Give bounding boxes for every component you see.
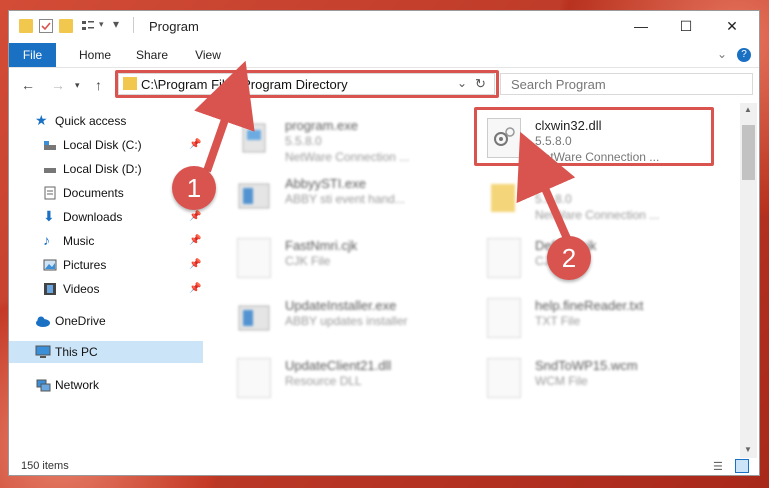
arrow-1 — [194, 60, 255, 173]
step-2-badge: 2 — [547, 236, 591, 280]
arrow-2 — [516, 131, 576, 245]
file-explorer-window: ▾ ▾ Program — ☐ ✕ File Home Share View ⌄… — [8, 10, 760, 476]
step-1-badge: 1 — [172, 166, 216, 210]
annotation-arrows — [194, 60, 576, 245]
